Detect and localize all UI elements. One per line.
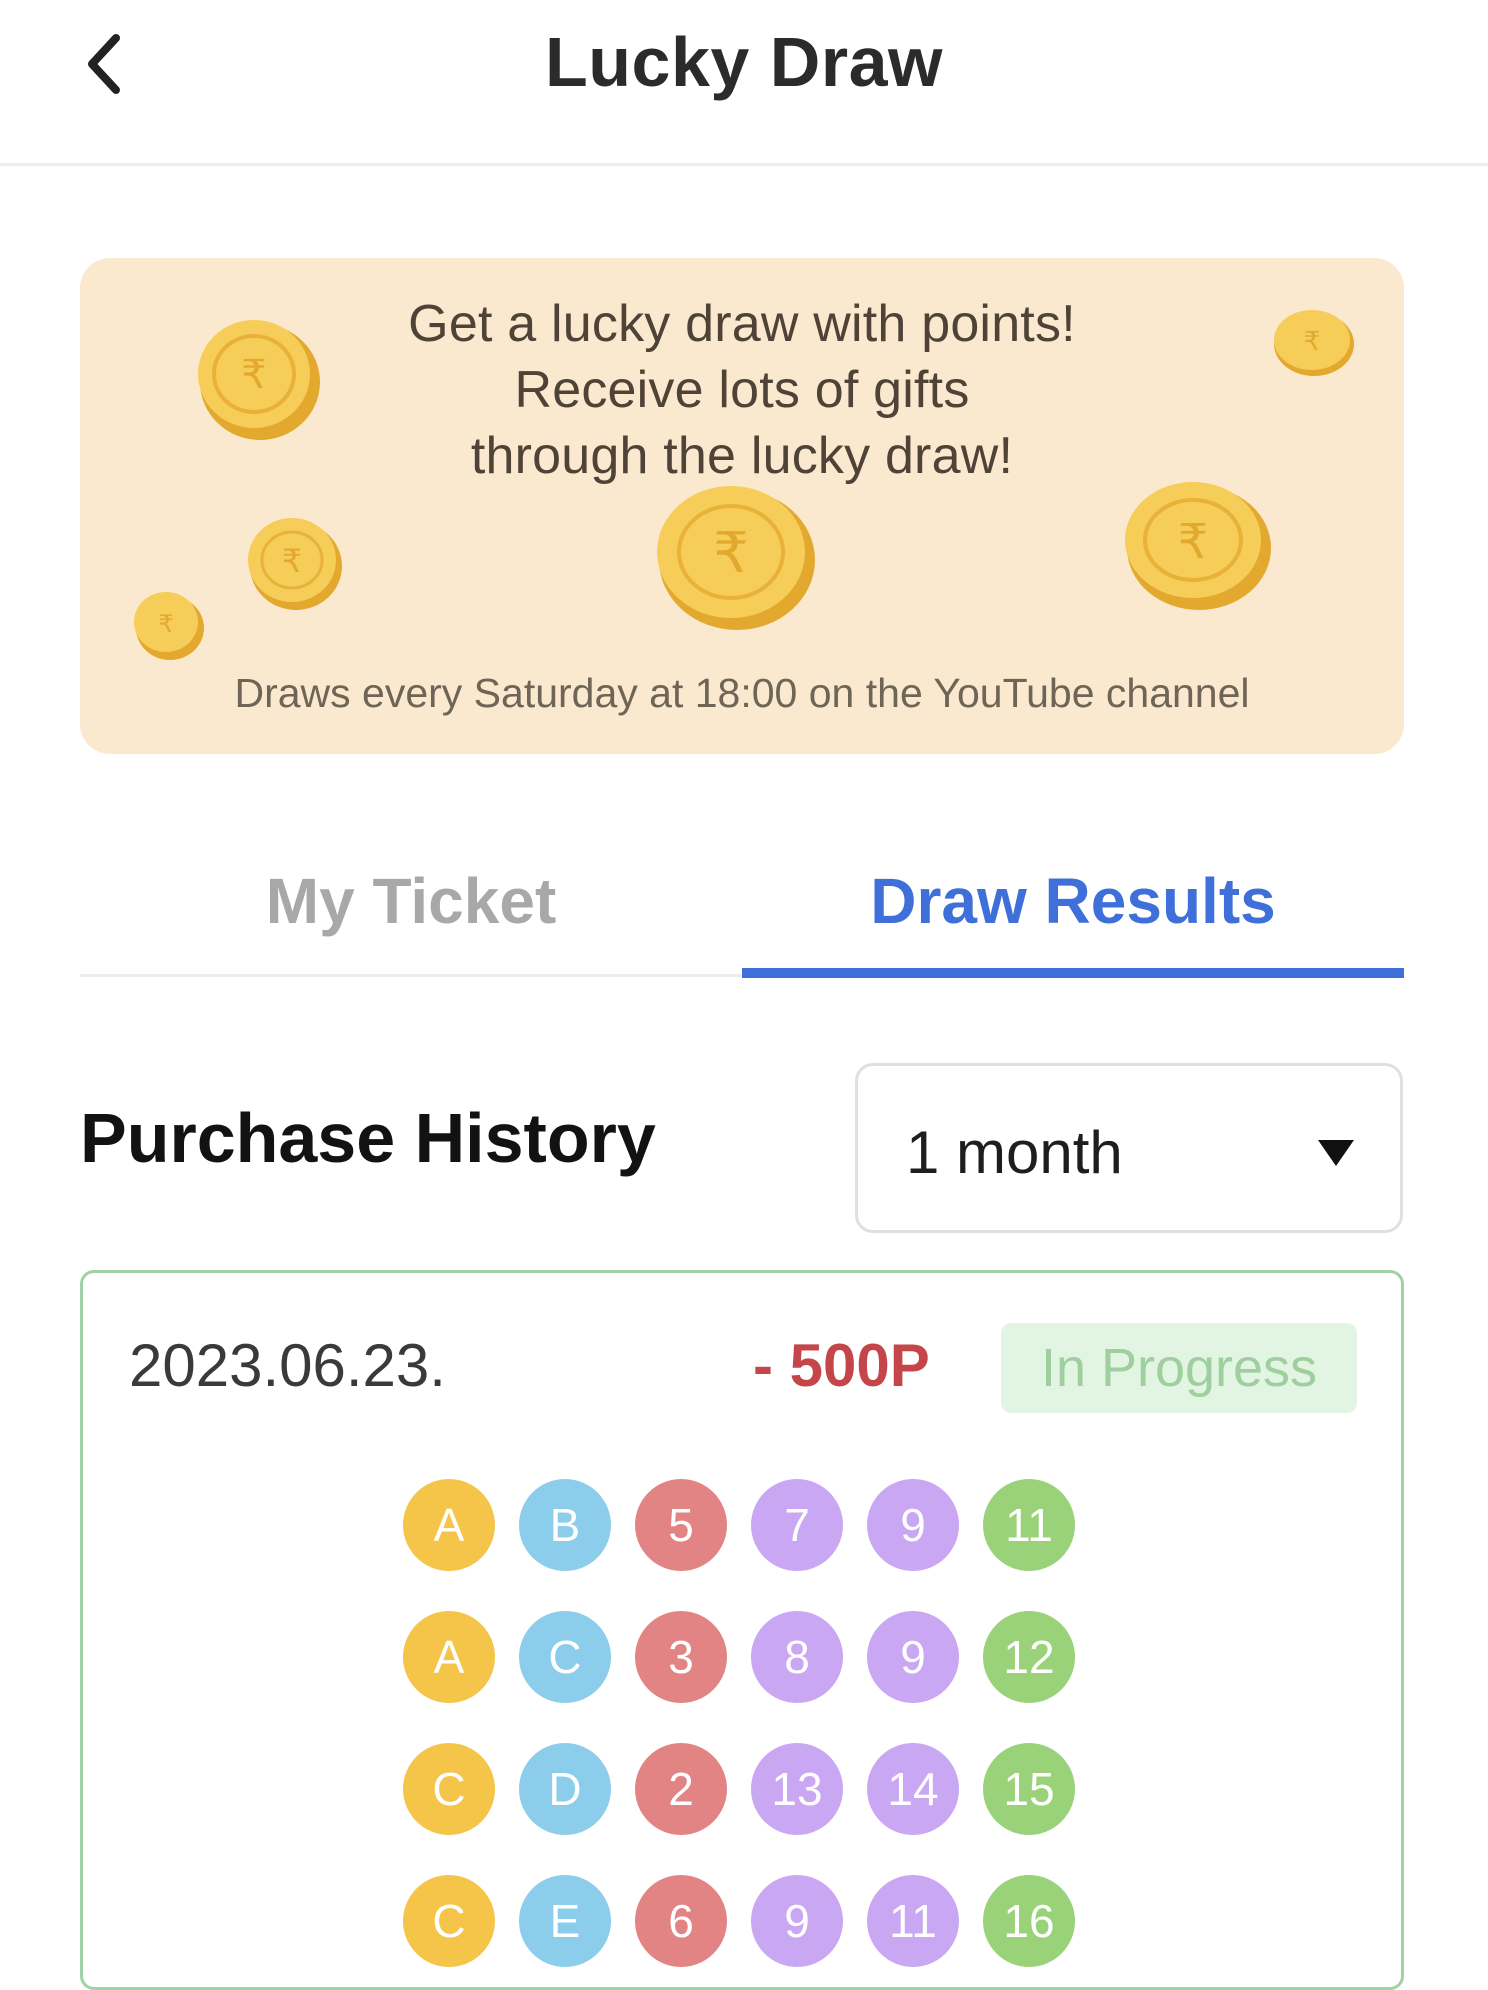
banner-subtitle: Draws every Saturday at 18:00 on the You… xyxy=(234,670,1250,716)
ticket-ball: 12 xyxy=(983,1611,1075,1703)
ticket-ball: C xyxy=(519,1611,611,1703)
coin-icon: ₹ xyxy=(657,486,815,630)
tab-my-ticket[interactable]: My Ticket xyxy=(80,850,742,980)
ticket-row: A C 3 8 9 12 xyxy=(403,1611,1099,1703)
ticket-ball: A xyxy=(403,1479,495,1571)
ticket-ball: 9 xyxy=(751,1875,843,1967)
ticket-ball: 11 xyxy=(983,1479,1075,1571)
ticket-ball: E xyxy=(519,1875,611,1967)
triangle-down-icon xyxy=(1318,1140,1354,1166)
ticket-row: C E 6 9 11 16 xyxy=(403,1875,1099,1967)
ticket-ball: 5 xyxy=(635,1479,727,1571)
ticket-row: C D 2 13 14 15 xyxy=(403,1743,1099,1835)
ticket-ball: D xyxy=(519,1743,611,1835)
ticket-ball: 16 xyxy=(983,1875,1075,1967)
tab-label: My Ticket xyxy=(265,865,557,937)
ticket-row: A B 5 7 9 11 xyxy=(403,1479,1099,1571)
tab-draw-results[interactable]: Draw Results xyxy=(742,850,1404,980)
ticket-ball: 8 xyxy=(751,1611,843,1703)
tab-bar: My Ticket Draw Results xyxy=(80,850,1404,980)
promo-banner: ₹ ₹ ₹ ₹ ₹ ₹ Get a lucky draw with points… xyxy=(80,258,1404,754)
ticket-ball: 13 xyxy=(751,1743,843,1835)
svg-text:₹: ₹ xyxy=(713,521,749,586)
ticket-ball: 14 xyxy=(867,1743,959,1835)
svg-text:₹: ₹ xyxy=(282,542,302,580)
coin-icon: ₹ xyxy=(248,518,342,610)
ticket-ball: 7 xyxy=(751,1479,843,1571)
active-tab-indicator xyxy=(742,968,1404,978)
svg-text:₹: ₹ xyxy=(158,610,173,638)
svg-text:₹: ₹ xyxy=(1178,514,1209,570)
ticket-ball: 11 xyxy=(867,1875,959,1967)
ticket-ball: 9 xyxy=(867,1479,959,1571)
purchase-date: 2023.06.23. xyxy=(129,1332,446,1399)
ticket-ball: C xyxy=(403,1743,495,1835)
purchase-card[interactable]: 2023.06.23. - 500P In Progress A B 5 7 9… xyxy=(80,1270,1404,1990)
ticket-ball: 2 xyxy=(635,1743,727,1835)
ticket-ball: 6 xyxy=(635,1875,727,1967)
ticket-ball: 9 xyxy=(867,1611,959,1703)
ticket-ball: 3 xyxy=(635,1611,727,1703)
period-dropdown[interactable]: 1 month xyxy=(855,1063,1403,1233)
points-spent: - 500P xyxy=(753,1332,930,1399)
ticket-ball: A xyxy=(403,1611,495,1703)
ticket-ball: 15 xyxy=(983,1743,1075,1835)
ticket-ball: C xyxy=(403,1875,495,1967)
banner-text: through the lucky draw! xyxy=(470,427,1014,485)
section-title: Purchase History xyxy=(80,1099,656,1177)
banner-headline: Get a lucky draw with points! xyxy=(408,295,1076,353)
period-value: 1 month xyxy=(906,1119,1123,1186)
status-badge: In Progress xyxy=(1001,1323,1357,1413)
banner-text: Receive lots of gifts xyxy=(514,361,970,419)
page-title: Lucky Draw xyxy=(545,23,943,101)
ticket-ball: B xyxy=(519,1479,611,1571)
coin-icon: ₹ xyxy=(1125,482,1271,610)
tab-label: Draw Results xyxy=(870,865,1276,937)
coin-icon: ₹ xyxy=(134,592,204,660)
app-header: Lucky Draw xyxy=(0,0,1488,166)
